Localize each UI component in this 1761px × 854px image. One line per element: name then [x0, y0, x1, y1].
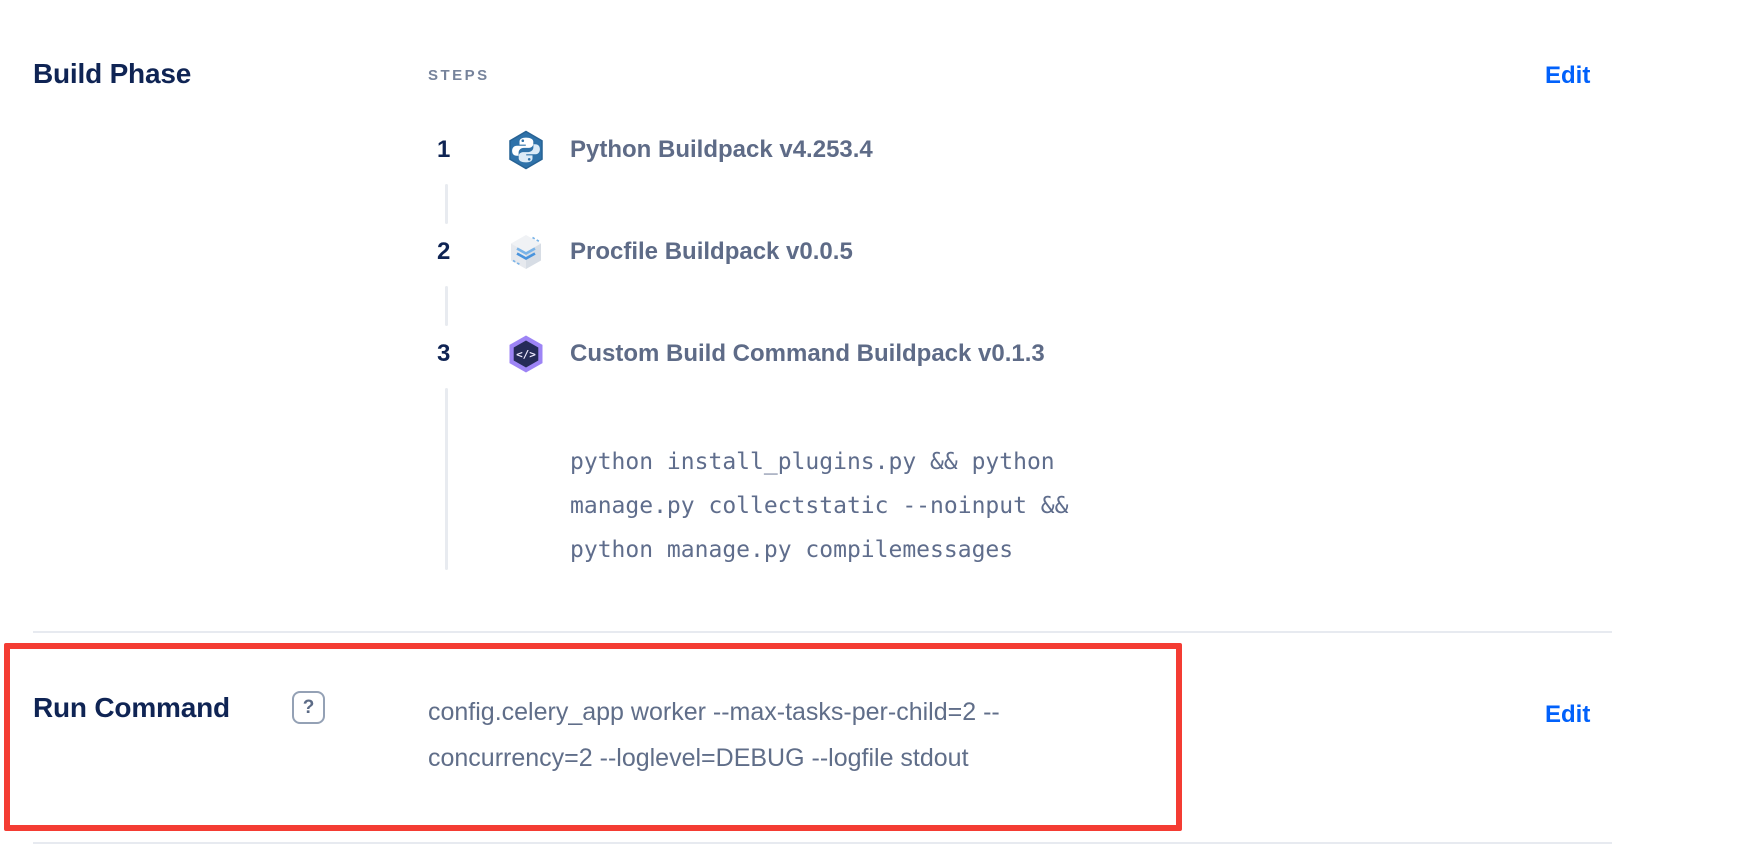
build-step-label: Custom Build Command Buildpack v0.1.3	[570, 340, 1045, 368]
procfile-buildpack-icon	[506, 232, 546, 272]
run-command-title: Run Command	[33, 692, 230, 724]
python-buildpack-icon	[506, 130, 546, 170]
build-step-label: Procfile Buildpack v0.0.5	[570, 238, 853, 266]
custom-build-command-text: python install_plugins.py && python mana…	[570, 440, 1069, 572]
step-connector-line	[445, 388, 448, 570]
custom-build-command-buildpack-icon: </>	[506, 334, 546, 374]
build-step-number: 3	[437, 340, 450, 368]
section-divider	[33, 842, 1612, 844]
build-step-number: 1	[437, 136, 450, 164]
build-step-number: 2	[437, 238, 450, 266]
run-command-line: config.celery_app worker --max-tasks-per…	[428, 689, 1000, 735]
custom-build-command-line: python install_plugins.py && python	[570, 440, 1069, 484]
build-phase-edit-button[interactable]: Edit	[1545, 62, 1590, 90]
section-divider	[33, 631, 1612, 633]
build-step-label: Python Buildpack v4.253.4	[570, 136, 873, 164]
steps-column-label: STEPS	[428, 67, 490, 84]
app-settings-page: Build Phase STEPS Edit 1 Python Buildpac…	[0, 0, 1761, 854]
run-command-edit-button[interactable]: Edit	[1545, 701, 1590, 729]
svg-text:</>: </>	[516, 348, 536, 361]
help-icon[interactable]: ?	[292, 691, 325, 724]
custom-build-command-line: manage.py collectstatic --noinput &&	[570, 484, 1069, 528]
step-connector-line	[445, 286, 448, 326]
build-phase-title: Build Phase	[33, 58, 191, 90]
run-command-line: concurrency=2 --loglevel=DEBUG --logfile…	[428, 735, 1000, 781]
run-command-text: config.celery_app worker --max-tasks-per…	[428, 689, 1000, 781]
custom-build-command-line: python manage.py compilemessages	[570, 528, 1069, 572]
step-connector-line	[445, 184, 448, 224]
